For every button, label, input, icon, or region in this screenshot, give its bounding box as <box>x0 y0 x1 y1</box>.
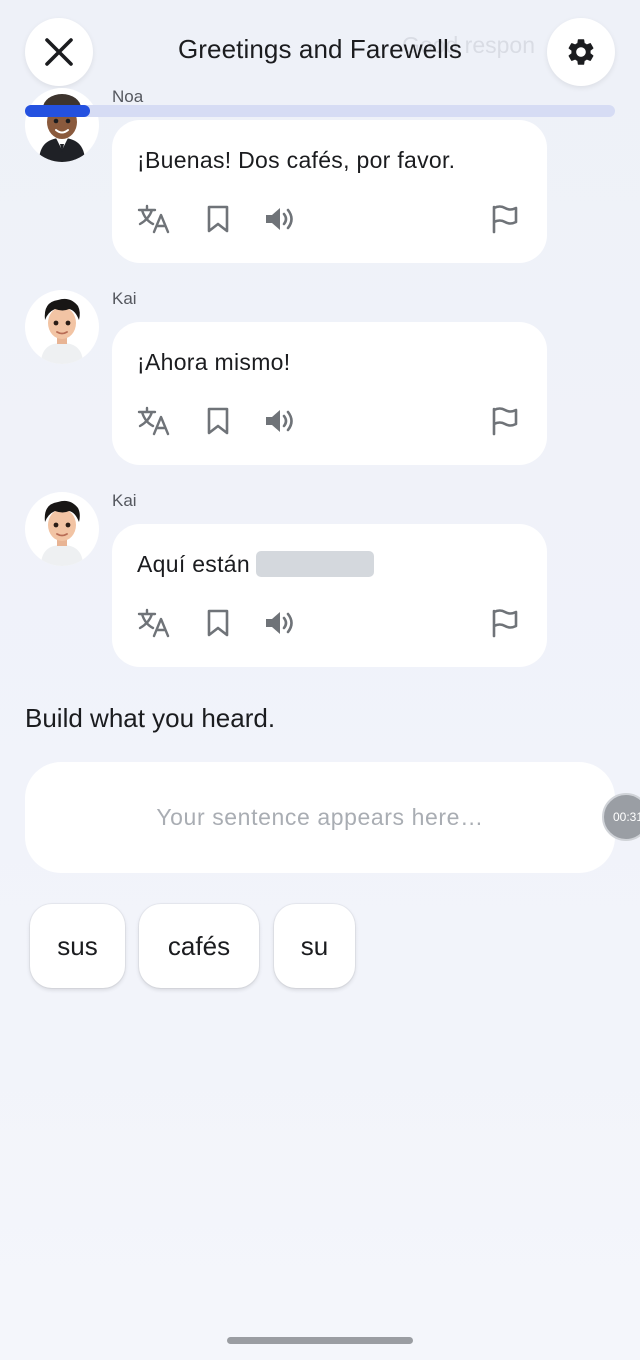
word-chip-label: su <box>300 930 329 961</box>
word-chip[interactable]: sus <box>30 904 125 988</box>
bookmark-button[interactable] <box>200 202 236 236</box>
message-text: ¡Ahora mismo! <box>137 349 291 375</box>
translate-icon <box>137 204 170 234</box>
message-text: ¡Buenas! Dos cafés, por favor. <box>137 147 456 173</box>
translate-button[interactable] <box>136 202 172 236</box>
speaker-name: Noa <box>112 87 144 106</box>
word-chip-label: sus <box>57 930 98 961</box>
word-chip[interactable]: su <box>274 904 355 988</box>
speaker-icon <box>266 208 293 230</box>
report-button[interactable] <box>486 202 522 236</box>
translate-button[interactable] <box>136 404 172 438</box>
home-indicator[interactable] <box>227 1337 413 1344</box>
message-bubble: ¡Buenas! Dos cafés, por favor. <box>112 120 547 263</box>
speaker-name: Kai <box>112 491 137 510</box>
kai-avatar <box>25 492 99 566</box>
audio-button[interactable] <box>262 202 298 236</box>
word-chip[interactable]: cafés <box>139 904 259 988</box>
translate-icon <box>137 608 170 638</box>
lesson-progress-fill <box>25 105 90 117</box>
report-button[interactable] <box>486 606 522 640</box>
speaker-icon <box>266 612 293 634</box>
audio-button[interactable] <box>262 606 298 640</box>
timer-text: 00:31 <box>613 810 640 824</box>
answer-area[interactable]: Your sentence appears here… <box>25 762 615 873</box>
word-chip-label: cafés <box>167 930 231 961</box>
exercise-prompt: Build what you heard. <box>25 703 276 733</box>
bookmark-button[interactable] <box>200 606 236 640</box>
translate-icon <box>137 406 170 436</box>
report-button[interactable] <box>486 404 522 438</box>
answer-placeholder: Your sentence appears here… <box>156 804 484 830</box>
translate-button[interactable] <box>136 606 172 640</box>
bookmark-icon <box>207 407 229 435</box>
missing-word-blank <box>255 551 374 577</box>
flag-icon <box>492 205 518 234</box>
top-bar: Good respon Greetings and Farewells <box>0 0 640 120</box>
speaker-icon <box>266 410 293 432</box>
noa-avatar <box>25 88 99 162</box>
bookmark-icon <box>207 205 229 233</box>
message-text: Aquí están <box>137 551 250 577</box>
page-title: Greetings and Farewells <box>177 34 463 64</box>
audio-button[interactable] <box>262 404 298 438</box>
settings-button[interactable] <box>547 18 615 86</box>
gear-icon <box>568 39 594 65</box>
bookmark-icon <box>207 609 229 637</box>
bookmark-button[interactable] <box>200 404 236 438</box>
flag-icon <box>492 407 518 436</box>
message-bubble: ¡Ahora mismo! <box>112 322 547 465</box>
message-text-container: Aquí están <box>137 551 374 578</box>
flag-icon <box>492 609 518 638</box>
lesson-progress-bar <box>25 105 615 117</box>
kai-avatar <box>25 290 99 364</box>
message-bubble: Aquí están <box>112 524 547 667</box>
speaker-name: Kai <box>112 289 137 308</box>
